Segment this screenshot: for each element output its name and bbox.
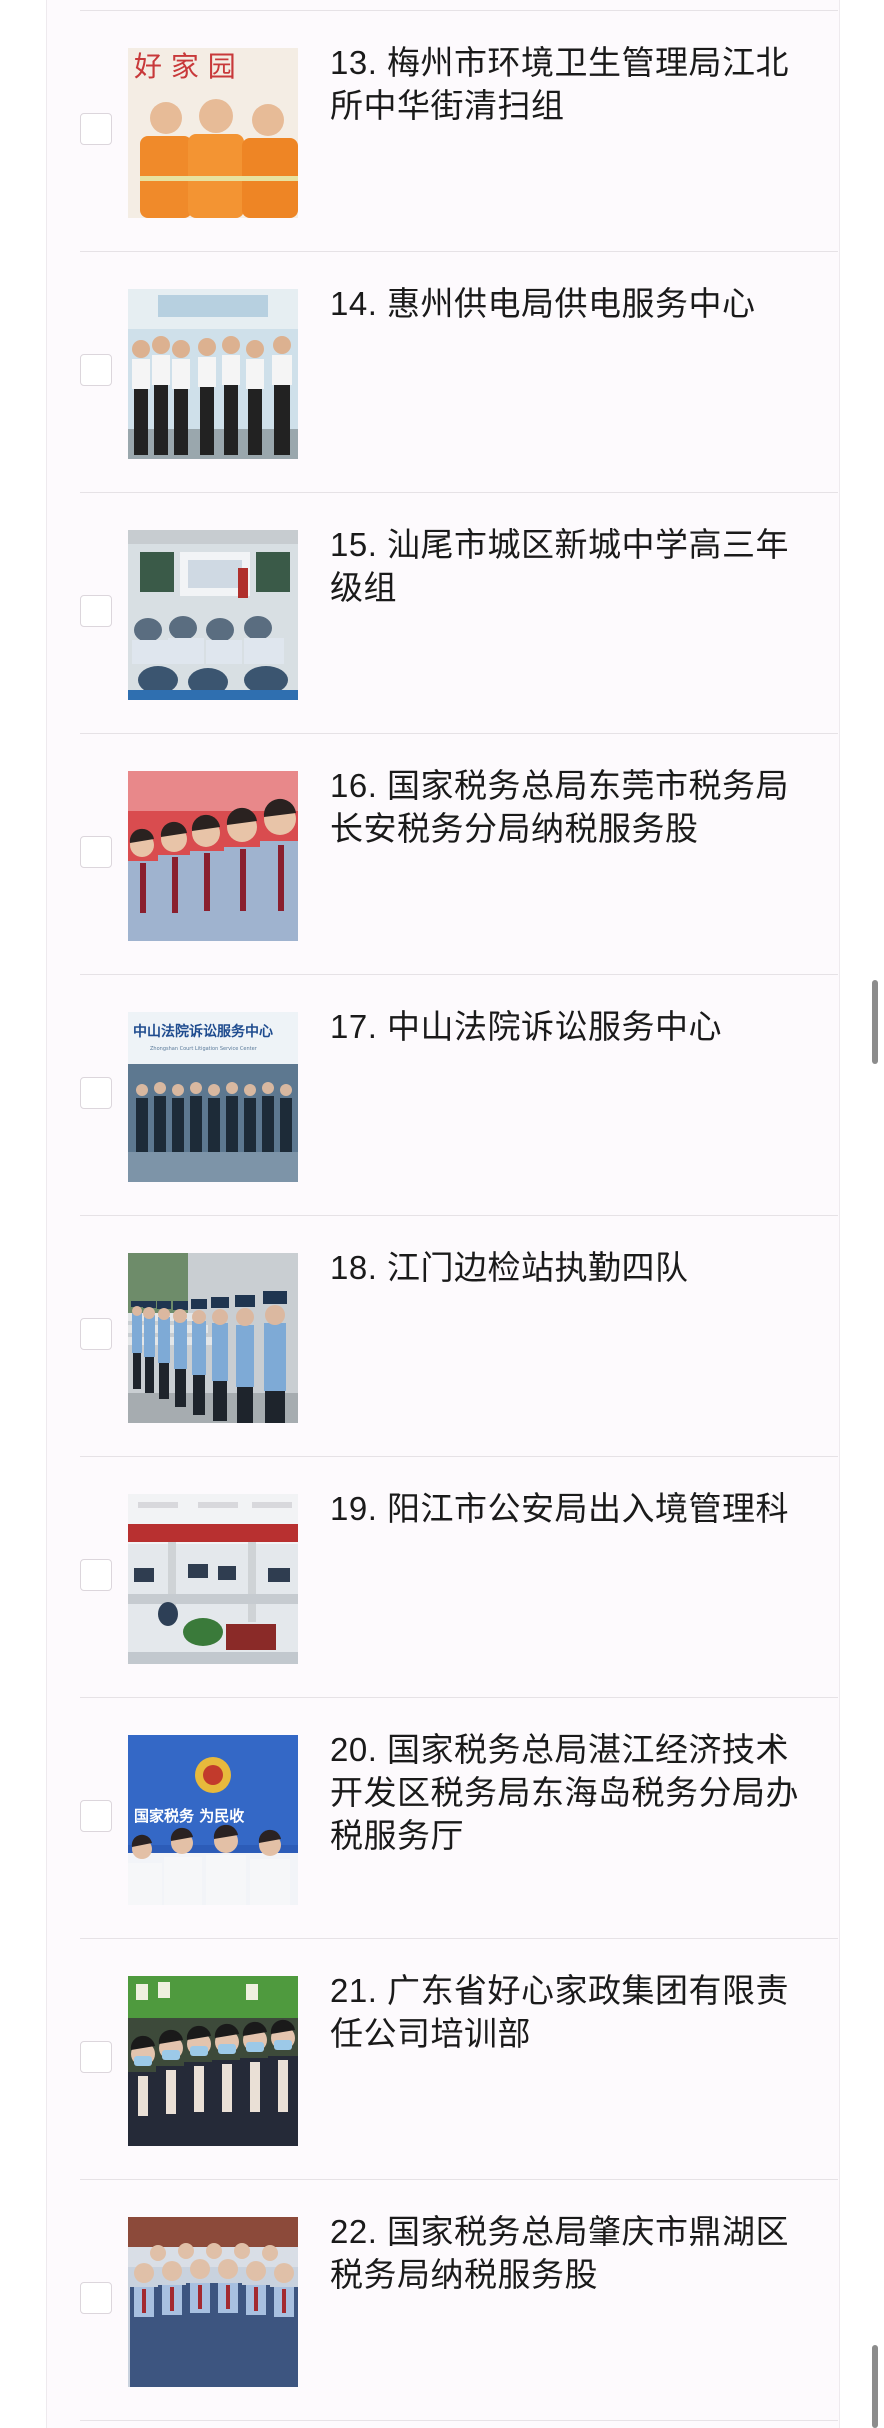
police-office-thumbnail <box>128 1494 298 1664</box>
page: 好 家 园 13. 梅州市环境卫生管理局江北所中华街清扫组 14. 惠州供电局供… <box>0 0 884 2428</box>
thumb-13-text: 好 家 园 <box>134 50 236 83</box>
thumb-17-text: 中山法院诉讼服务中心 <box>133 1023 273 1040</box>
item-checkbox[interactable] <box>80 1800 112 1832</box>
item-title: 19. 阳江市公安局出入境管理科 <box>330 1490 790 1527</box>
scrollbar-thumb-secondary[interactable] <box>872 2345 878 2428</box>
item-checkbox[interactable] <box>80 2282 112 2314</box>
housekeeping-trainees-thumbnail <box>128 1976 298 2146</box>
item-checkbox[interactable] <box>80 113 112 145</box>
item-checkbox[interactable] <box>80 595 112 627</box>
item-title: 16. 国家税务总局东莞市税务局长安税务分局纳税服务股 <box>330 767 790 847</box>
list-item[interactable]: 16. 国家税务总局东莞市税务局长安税务分局纳税服务股 <box>80 734 838 975</box>
list-item[interactable]: 好 家 园 13. 梅州市环境卫生管理局江北所中华街清扫组 <box>80 11 838 252</box>
list-item[interactable]: 国家税务 为民收 20. 国家税务总局湛江经济技术开发区税务局东海岛税务分局办税… <box>80 1698 838 1939</box>
item-title: 18. 江门边检站执勤四队 <box>330 1249 689 1286</box>
item-checkbox[interactable] <box>80 2041 112 2073</box>
item-title: 21. 广东省好心家政集团有限责任公司培训部 <box>330 1972 790 2052</box>
court-service-center-thumbnail: 中山法院诉讼服务中心 Zhongshan Court Litigation Se… <box>128 1012 298 1182</box>
tax-officers-thumbnail <box>128 771 298 941</box>
item-checkbox[interactable] <box>80 1318 112 1350</box>
scrollbar-thumb[interactable] <box>872 980 878 1064</box>
list-item[interactable]: 19. 阳江市公安局出入境管理科 <box>80 1457 838 1698</box>
item-checkbox[interactable] <box>80 1077 112 1109</box>
item-checkbox[interactable] <box>80 836 112 868</box>
item-checkbox[interactable] <box>80 354 112 386</box>
power-service-staff-thumbnail <box>128 289 298 459</box>
item-checkbox[interactable] <box>80 1559 112 1591</box>
classroom-thumbnail <box>128 530 298 700</box>
list-item[interactable]: 18. 江门边检站执勤四队 <box>80 1216 838 1457</box>
item-title: 14. 惠州供电局供电服务中心 <box>330 285 756 322</box>
thumb-20-text: 国家税务 为民收 <box>134 1807 244 1825</box>
list-item[interactable]: 21. 广东省好心家政集团有限责任公司培训部 <box>80 1939 838 2180</box>
selection-list: 好 家 园 13. 梅州市环境卫生管理局江北所中华街清扫组 14. 惠州供电局供… <box>46 11 838 2421</box>
list-item[interactable]: 14. 惠州供电局供电服务中心 <box>80 252 838 493</box>
item-title: 22. 国家税务总局肇庆市鼎湖区税务局纳税服务股 <box>330 2213 790 2293</box>
item-title: 13. 梅州市环境卫生管理局江北所中华街清扫组 <box>330 44 790 124</box>
tax-hall-thumbnail: 国家税务 为民收 <box>128 1735 298 1905</box>
tax-staff-group-thumbnail <box>128 2217 298 2387</box>
item-title: 17. 中山法院诉讼服务中心 <box>330 1008 723 1045</box>
list-item[interactable]: 15. 汕尾市城区新城中学高三年级组 <box>80 493 838 734</box>
thumb-17-subtext: Zhongshan Court Litigation Service Cente… <box>150 1046 258 1052</box>
item-title: 20. 国家税务总局湛江经济技术开发区税务局东海岛税务分局办税服务厅 <box>330 1731 799 1854</box>
item-title: 15. 汕尾市城区新城中学高三年级组 <box>330 526 790 606</box>
border-police-thumbnail <box>128 1253 298 1423</box>
sanitation-workers-thumbnail: 好 家 园 <box>128 48 298 218</box>
list-item[interactable]: 22. 国家税务总局肇庆市鼎湖区税务局纳税服务股 <box>80 2180 838 2421</box>
list-item[interactable]: 中山法院诉讼服务中心 Zhongshan Court Litigation Se… <box>80 975 838 1216</box>
